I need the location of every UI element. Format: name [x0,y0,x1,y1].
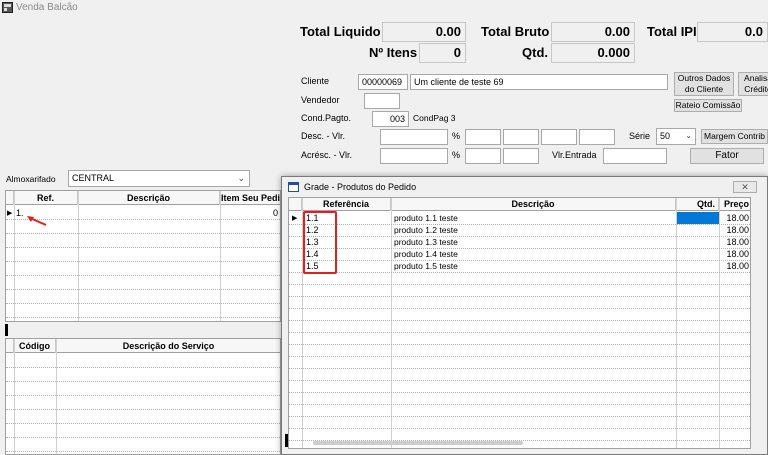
desc-cell[interactable]: produto 1.5 teste [394,260,458,272]
total-ipi-label: Total IPI [647,24,697,39]
horizontal-scrollbar-thumb[interactable] [313,441,523,445]
outros-dados-button[interactable]: Outros Dados do Cliente [674,72,734,96]
preco-cell[interactable]: 18.00 [720,248,749,260]
condpagto-label: Cond.Pagto. [301,113,352,123]
condpagto-code-input[interactable]: 003 [372,111,409,127]
produtos-grid-header: Referência Descrição Qtd. Preço [289,198,750,211]
vlr-entrada-label: Vlr.Entrada [552,150,597,160]
desc-percent-input-2[interactable] [503,129,539,145]
col-descricao[interactable]: Descrição [78,191,220,205]
item-seu-pedido-cell[interactable]: 0 [222,207,278,219]
vlr-entrada-input[interactable] [603,148,667,164]
margem-contrib-button[interactable]: Margem Contrib [701,129,768,144]
cliente-label: Cliente [301,76,330,86]
desc-percent-input-4[interactable] [579,129,615,145]
acresc-percent-symbol: % [452,150,461,160]
almoxarifado-select[interactable]: CENTRAL ⌄ [68,170,250,187]
splitter-handle[interactable] [5,324,8,336]
grade-produtos-dialog[interactable]: Grade - Produtos do Pedido ✕ Referência … [281,176,768,455]
desc-percent-symbol: % [452,131,461,141]
services-grid-header: Código Descrição do Serviço [6,339,280,353]
num-itens-value: 0 [419,43,466,63]
preco-cell[interactable]: 18.00 [720,224,749,236]
window-titlebar: Venda Balcão [0,0,768,16]
num-itens-label: Nº Itens [369,45,418,60]
analisa-credito-button[interactable]: Analisa Crédito [738,72,768,96]
item-ref-cell[interactable]: 1. [16,207,24,219]
qtd-cell-selected[interactable] [677,212,719,224]
serie-select[interactable]: 50 ⌄ [656,128,696,145]
col-ref[interactable]: Ref. [14,191,78,205]
col-descricao-servico[interactable]: Descrição do Serviço [56,339,280,353]
row-indicator-icon: ▶ [7,210,13,217]
almoxarifado-value: CENTRAL [72,173,115,183]
preco-cell[interactable]: 18.00 [720,236,749,248]
preco-cell[interactable]: 18.00 [720,260,749,272]
desc-cell[interactable]: produto 1.3 teste [394,236,458,248]
acresc-percent-input-2[interactable] [503,148,539,164]
red-highlight-box [303,211,337,274]
cliente-code-input[interactable]: 00000069 [358,74,408,90]
fator-button[interactable]: Fator [690,148,764,164]
desc-percent-input-1[interactable] [465,129,501,145]
desc-label: Desc. - Vlr. [301,131,346,141]
col-codigo[interactable]: Código [14,339,56,353]
splitter-handle[interactable] [285,434,288,447]
acresc-vlr-input[interactable] [380,148,448,164]
chevron-down-icon: ⌄ [237,173,245,183]
qtd-label: Qtd. [522,45,548,60]
dialog-titlebar[interactable]: Grade - Produtos do Pedido ✕ [282,177,767,197]
items-grid[interactable]: Ref. Descrição Item Seu Pedi ▶ 1. 0 [5,190,281,322]
close-icon[interactable]: ✕ [733,181,757,193]
col-referencia[interactable]: Referência [302,198,391,211]
items-grid-header: Ref. Descrição Item Seu Pedi [6,191,280,205]
app-icon [2,2,13,13]
row-indicator-icon: ▶ [292,215,298,222]
col-qtd[interactable]: Qtd. [676,198,719,211]
desc-cell[interactable]: produto 1.1 teste [394,212,458,224]
condpagto-name: CondPag 3 [413,113,456,123]
acresc-label: Acrésc. - Vlr. [301,150,353,160]
chevron-down-icon: ⌄ [685,131,692,140]
vendedor-label: Vendedor [301,95,340,105]
vendedor-input[interactable] [364,93,400,109]
window-title: Venda Balcão [16,2,78,13]
serie-label: Série [629,131,651,141]
total-liquido-value: 0.00 [382,22,466,42]
dialog-title: Grade - Produtos do Pedido [304,182,417,192]
almoxarifado-label: Almoxarifado [6,174,56,184]
preco-cell[interactable]: 18.00 [720,212,749,224]
desc-vlr-input[interactable] [380,129,448,145]
rateio-comissao-button[interactable]: Rateio Comissão [674,99,742,112]
col-descricao[interactable]: Descrição [391,198,676,211]
red-arrow-annotation [27,216,47,226]
acresc-percent-input-1[interactable] [465,148,501,164]
total-ipi-value: 0.0 [697,22,768,42]
produtos-grid[interactable]: Referência Descrição Qtd. Preço ▶ 1.1 pr… [288,197,751,449]
desc-cell[interactable]: produto 1.2 teste [394,224,458,236]
qtd-value: 0.000 [551,43,635,63]
desc-cell[interactable]: produto 1.4 teste [394,248,458,260]
col-preco[interactable]: Preço [719,198,750,211]
total-bruto-label: Total Bruto [481,24,550,39]
total-liquido-label: Total Liquido [300,24,381,39]
desc-percent-input-3[interactable] [541,129,577,145]
col-item-seu-pedido[interactable]: Item Seu Pedi [220,191,280,205]
cliente-name-input[interactable]: Um cliente de teste 69 [410,74,668,90]
services-grid[interactable]: Código Descrição do Serviço [5,338,281,455]
window-icon [288,182,299,192]
total-bruto-value: 0.00 [551,22,635,42]
serie-value: 50 [660,131,671,141]
